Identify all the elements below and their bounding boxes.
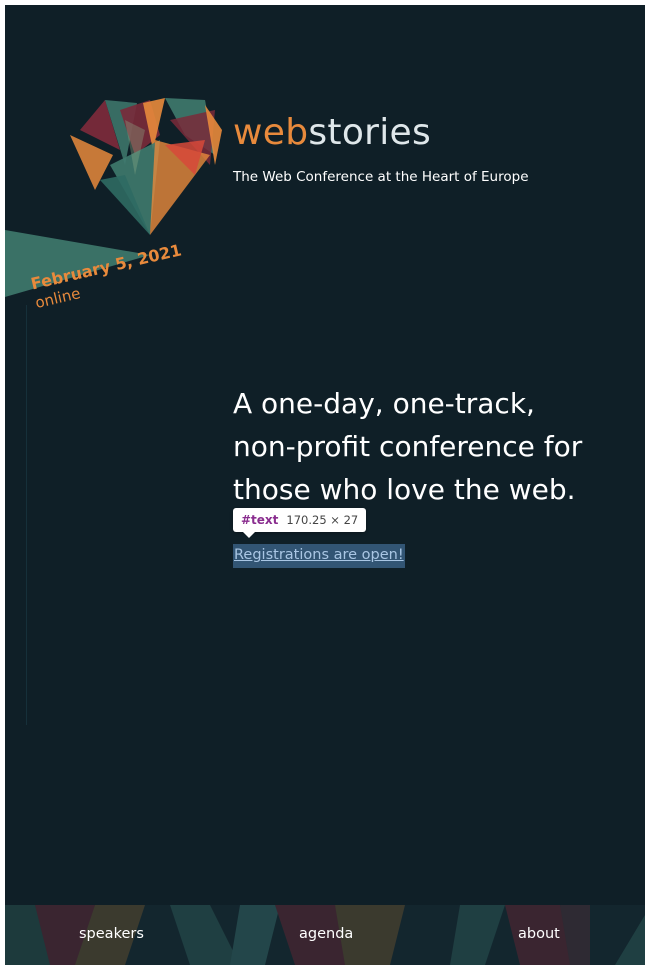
headline-line-1: A one-day, one-track, <box>233 387 535 420</box>
devtools-tooltip: #text 170.25 × 27 <box>233 508 367 538</box>
nav-about[interactable]: about <box>518 924 560 944</box>
devtools-tooltip-size: 170.25 × 27 <box>286 513 359 527</box>
tagline: The Web Conference at the Heart of Europ… <box>233 169 529 185</box>
brand-stories: stories <box>308 112 432 153</box>
brand-wordmark[interactable]: webstories <box>233 111 431 155</box>
headline-line-3: those who love the web. <box>233 473 576 506</box>
registration-link[interactable]: Registrations are open! <box>233 544 405 568</box>
page-viewport: webstories The Web Conference at the Hea… <box>5 5 645 965</box>
devtools-tooltip-tag: #text <box>241 513 279 527</box>
brand-web: web <box>233 112 309 153</box>
nav-speakers[interactable]: speakers <box>79 924 144 944</box>
geometric-heart-icon[interactable] <box>65 95 225 245</box>
footer-nav: speakers agenda about <box>5 905 645 965</box>
hero-headline: A one-day, one-track, non-profit confere… <box>233 382 623 511</box>
nav-agenda[interactable]: agenda <box>299 924 353 944</box>
decorative-rule <box>26 305 27 725</box>
headline-line-2: non-profit conference for <box>233 430 583 463</box>
